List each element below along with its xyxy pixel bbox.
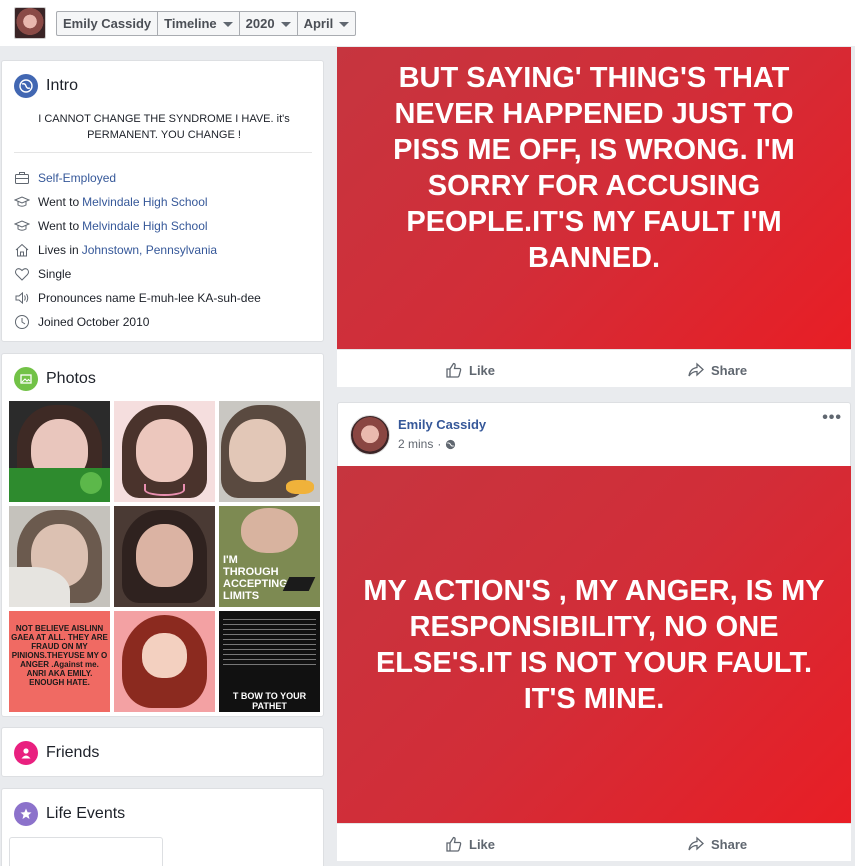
chevron-down-icon xyxy=(339,21,350,27)
photos-card: Photos I'M THROUGH ACCEPTING LIMITS NOT … xyxy=(1,353,324,717)
school-link-2[interactable]: Melvindale High School xyxy=(82,219,207,233)
more-options-icon[interactable]: ••• xyxy=(822,409,842,427)
share-label: Share xyxy=(711,362,748,378)
like-label: Like xyxy=(469,836,496,852)
intro-relationship: Single xyxy=(14,266,71,282)
joined-date: Joined October 2010 xyxy=(38,315,150,329)
photo-thumbnail-4[interactable] xyxy=(9,506,110,607)
post-timestamp[interactable]: 2 mins xyxy=(398,437,433,451)
graduation-cap-icon xyxy=(14,220,30,231)
speaker-icon xyxy=(15,291,29,305)
divider xyxy=(14,152,312,153)
profile-name-button[interactable]: Emily Cassidy xyxy=(57,12,159,35)
graduation-cap-icon xyxy=(14,196,30,207)
year-dropdown[interactable]: 2020 xyxy=(240,12,298,35)
intro-title: Intro xyxy=(46,77,79,94)
year-label: 2020 xyxy=(245,15,275,31)
share-label: Share xyxy=(711,836,748,852)
life-events-header[interactable]: Life Events xyxy=(14,802,125,826)
photo-grid: I'M THROUGH ACCEPTING LIMITS NOT BELIEVE… xyxy=(9,401,320,712)
post-2-text: MY ACTION'S , MY ANGER, IS MY RESPONSIBI… xyxy=(363,574,825,715)
like-label: Like xyxy=(469,362,496,378)
top-bar: Emily Cassidy Timeline 2020 April xyxy=(0,0,855,46)
share-button[interactable]: Share xyxy=(687,835,747,853)
photo-caption: I'M THROUGH ACCEPTING LIMITS xyxy=(223,554,288,602)
meta-separator: · xyxy=(437,437,442,451)
photo-thumbnail-2[interactable] xyxy=(114,401,215,502)
star-icon xyxy=(14,802,38,826)
clock-icon xyxy=(15,315,29,329)
friends-card: Friends xyxy=(1,727,324,777)
friends-icon xyxy=(14,741,38,765)
timeline-navigator: Emily Cassidy Timeline 2020 April xyxy=(56,11,357,36)
photo-thumbnail-8[interactable] xyxy=(114,611,215,712)
like-button[interactable]: Like xyxy=(445,835,495,853)
thumbs-up-icon xyxy=(446,362,462,378)
pronunciation-text: Pronounces name E-muh-lee KA-suh-dee xyxy=(38,291,261,305)
post-2-header: Emily Cassidy 2 mins · ••• xyxy=(337,402,851,466)
life-event-item[interactable] xyxy=(9,837,163,866)
post-1-image: BUT SAYING' THING'S THAT NEVER HAPPENED … xyxy=(337,47,851,349)
education-1-prefix: Went to xyxy=(38,195,80,209)
profile-name-label: Emily Cassidy xyxy=(63,15,152,31)
relationship-status: Single xyxy=(38,267,72,281)
photos-title: Photos xyxy=(46,370,96,387)
post-meta: 2 mins · xyxy=(398,437,456,451)
post-author-name[interactable]: Emily Cassidy xyxy=(398,417,486,432)
hometown-link[interactable]: Johnstown, Pennsylvania xyxy=(82,243,217,257)
photo-thumbnail-3[interactable] xyxy=(219,401,320,502)
post-2-image: MY ACTION'S , MY ANGER, IS MY RESPONSIBI… xyxy=(337,466,851,823)
photo-caption: NOT BELIEVE AISLINN GAEA AT ALL. THEY AR… xyxy=(11,624,108,687)
chevron-down-icon xyxy=(280,21,291,27)
photo-thumbnail-1[interactable] xyxy=(9,401,110,502)
work-link[interactable]: Self-Employed xyxy=(38,171,116,185)
intro-card: Intro I CANNOT CHANGE THE SYNDROME I HAV… xyxy=(1,60,324,342)
thumbs-up-icon xyxy=(446,836,462,852)
globe-icon xyxy=(14,74,38,98)
like-button[interactable]: Like xyxy=(445,361,495,379)
photo-thumbnail-7[interactable]: NOT BELIEVE AISLINN GAEA AT ALL. THEY AR… xyxy=(9,611,110,712)
intro-lives: Lives in Johnstown, Pennsylvania xyxy=(14,242,217,258)
photo-icon xyxy=(14,367,38,391)
photo-caption: T BOW TO YOUR PATHET xyxy=(232,691,307,711)
share-button[interactable]: Share xyxy=(687,361,747,379)
school-link-1[interactable]: Melvindale High School xyxy=(82,195,207,209)
friends-title: Friends xyxy=(46,744,100,761)
home-icon xyxy=(15,243,29,257)
intro-header: Intro xyxy=(14,74,78,98)
timeline-dropdown[interactable]: Timeline xyxy=(158,12,240,35)
intro-joined: Joined October 2010 xyxy=(14,314,149,330)
chevron-down-icon xyxy=(222,21,233,27)
post-1-text: BUT SAYING' THING'S THAT NEVER HAPPENED … xyxy=(393,62,795,274)
globe-icon xyxy=(446,439,456,449)
share-icon xyxy=(688,836,704,851)
post-1-actions: Like Share xyxy=(337,349,851,387)
profile-avatar[interactable] xyxy=(14,7,46,39)
intro-pronunciation: Pronounces name E-muh-lee KA-suh-dee xyxy=(14,290,261,306)
post-2-actions: Like Share xyxy=(337,823,851,861)
month-dropdown[interactable]: April xyxy=(298,12,356,35)
education-2-prefix: Went to xyxy=(38,219,80,233)
lives-prefix: Lives in xyxy=(38,243,79,257)
timeline-label: Timeline xyxy=(164,15,217,31)
life-events-card: Life Events xyxy=(1,788,324,866)
photo-thumbnail-6[interactable]: I'M THROUGH ACCEPTING LIMITS xyxy=(219,506,320,607)
month-label: April xyxy=(303,15,334,31)
intro-education-1: Went to Melvindale High School xyxy=(14,194,208,210)
share-icon xyxy=(688,362,704,377)
photo-thumbnail-9[interactable]: T BOW TO YOUR PATHET xyxy=(219,611,320,712)
photo-thumbnail-5[interactable] xyxy=(114,506,215,607)
life-events-title: Life Events xyxy=(46,805,126,822)
briefcase-icon xyxy=(15,172,29,184)
friends-header[interactable]: Friends xyxy=(14,741,99,765)
photos-header[interactable]: Photos xyxy=(14,367,96,391)
intro-bio: I CANNOT CHANGE THE SYNDROME I HAVE. it'… xyxy=(38,113,290,141)
author-avatar[interactable] xyxy=(350,415,390,455)
intro-work: Self-Employed xyxy=(14,170,116,186)
intro-education-2: Went to Melvindale High School xyxy=(14,218,208,234)
heart-icon xyxy=(15,268,29,281)
